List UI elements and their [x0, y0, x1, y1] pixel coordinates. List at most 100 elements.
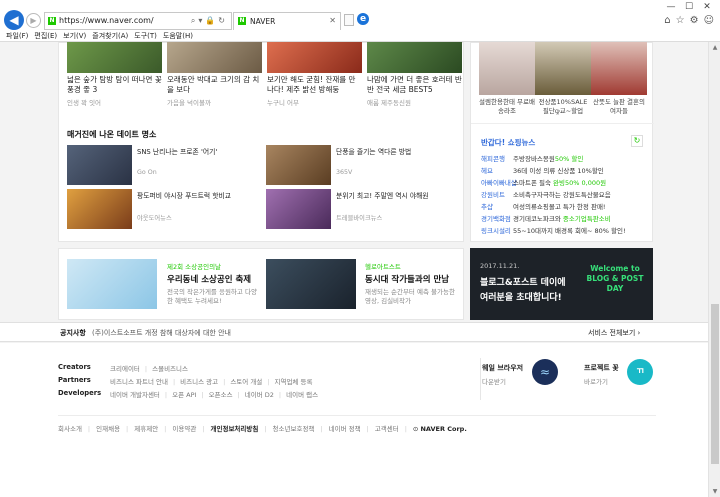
magazine-item[interactable]: 팡도퍼비 야시장 푸드트럭 핫비교 야웃도어뉴스	[67, 189, 257, 229]
card-image[interactable]	[167, 42, 262, 73]
news-category[interactable]: 경기백화점	[481, 213, 513, 223]
news-text[interactable]: 36데 이성 의류 신상품 10%할인	[513, 167, 604, 175]
star-icon[interactable]: ☆	[676, 15, 685, 26]
card-title[interactable]: 나맘에 가면 더 좋은 호러테 반반 전국 세금 BEST5	[367, 75, 462, 95]
blog-post-day-banner[interactable]: 2017.11.21. 블로그&포스트 데이에 여러분을 초대합니다! Welc…	[470, 248, 653, 320]
menu-favorites[interactable]: 즐겨찾기(A)	[92, 31, 128, 41]
footer-link[interactable]: 오픈 API	[172, 391, 196, 399]
footer-link[interactable]: 비즈니스 파트너 안내	[110, 378, 168, 386]
whale-promo[interactable]: 웨일 브라우저 다운받기	[482, 363, 523, 386]
footer-link[interactable]: 오픈소스	[209, 391, 233, 399]
smiley-icon[interactable]: ☺	[704, 15, 714, 26]
card-image[interactable]	[367, 42, 462, 73]
shop-label[interactable]: 전상품10%SALE 필단ꝙ교~할업	[535, 98, 591, 116]
shop-image[interactable]	[479, 42, 535, 95]
footer-link[interactable]: 네이버 D2	[245, 391, 274, 399]
card-title[interactable]: 오래동안 박대교 크기의 감 치을 보다	[167, 75, 262, 95]
kkuk-promo[interactable]: 프로젝트 꽃 바로가기	[584, 363, 619, 386]
maximize-button[interactable]: ☐	[680, 0, 698, 14]
refresh-icon[interactable]: ↻	[631, 135, 643, 147]
magazine-item-title[interactable]: 팡도퍼비 야시장 푸드트럭 핫비교	[137, 192, 252, 201]
footer-link[interactable]: 이용약관	[172, 425, 196, 433]
news-category[interactable]: 헤요	[481, 165, 513, 175]
footer-link[interactable]: 인재채용	[96, 425, 120, 433]
shop-label[interactable]: 산뜻도 늘판 결혼의 여자들	[591, 98, 647, 116]
magazine-item[interactable]: 분위기 최고! 주말엔 역시 야해원 트레블바이크뉴스	[266, 189, 456, 229]
gear-icon[interactable]: ⚙	[690, 15, 699, 26]
shop-label[interactable]: 설렘한용한태 무료배송라조	[479, 98, 535, 116]
address-bar[interactable]: N https://www.naver.com/ ⌕▾🔒↻	[44, 12, 232, 30]
footer-link[interactable]: 크리에이터	[110, 365, 140, 373]
refresh-icon[interactable]: ↻	[218, 16, 228, 25]
news-text[interactable]: 55~10대까지 배경록 회에~ 80% 할인!	[513, 227, 626, 235]
shop-image[interactable]	[535, 42, 591, 95]
page-scrollbar[interactable]: ▲ ▼	[708, 42, 720, 497]
news-text[interactable]: 여성의류쇼핑몰고 특가 한정 판매!	[513, 203, 606, 211]
tab-close-icon[interactable]: ✕	[329, 16, 336, 25]
news-text[interactable]: 경기데코노파크와	[513, 215, 563, 223]
home-icon[interactable]: ⌂	[664, 15, 670, 26]
menu-file[interactable]: 파일(F)	[6, 31, 28, 41]
news-row[interactable]: 아빠이빠내샵스마트폰 필숙 완빙50% 0,000원	[481, 177, 606, 187]
magazine-item-title[interactable]: 단풍을 즐기는 역다른 방법	[336, 148, 451, 157]
magazine-item[interactable]: 단풍을 즐기는 역다른 방법 365V	[266, 145, 456, 185]
scroll-down-icon[interactable]: ▼	[709, 488, 720, 495]
whale-title[interactable]: 웨일 브라우저	[482, 363, 523, 373]
promo-tag[interactable]: 제2회 소상공인의날	[167, 261, 259, 271]
kkuk-title[interactable]: 프로젝트 꽃	[584, 363, 619, 373]
menu-help[interactable]: 도움말(H)	[163, 31, 193, 41]
news-category[interactable]: 추샵	[481, 201, 513, 211]
whale-icon[interactable]: ≈	[532, 359, 558, 385]
close-button[interactable]: ✕	[698, 0, 716, 14]
magazine-image[interactable]	[266, 145, 331, 185]
footer-link[interactable]: 청소년보호정책	[273, 425, 315, 433]
scroll-up-icon[interactable]: ▲	[709, 44, 720, 51]
news-category[interactable]: 해피콘행	[481, 153, 513, 163]
minimize-button[interactable]: —	[662, 0, 680, 14]
footer-link[interactable]: 회사소개	[58, 425, 82, 433]
shop-item[interactable]: 설렘한용한태 무료배송라조	[479, 42, 535, 116]
promo-headline[interactable]: 동시대 작가들과의 만남	[365, 273, 457, 285]
footer-link[interactable]: 스토어 개설	[230, 378, 262, 386]
news-text[interactable]: 스마트폰 필숙	[513, 179, 553, 187]
promo-image[interactable]	[67, 259, 157, 309]
back-arrow-icon[interactable]: ◀	[4, 10, 24, 30]
footer-link[interactable]: 네이버 정책	[329, 425, 361, 433]
url-text[interactable]: https://www.naver.com/	[59, 16, 154, 25]
menu-edit[interactable]: 편집(E)	[34, 31, 57, 41]
news-row[interactable]: 경기백화점 경기데코노파크와 중소기업특판소비	[481, 213, 611, 223]
tab-naver[interactable]: N NAVER ✕	[233, 12, 341, 30]
magazine-image[interactable]	[67, 189, 132, 229]
footer-link[interactable]: 제휴제안	[134, 425, 158, 433]
promo-headline[interactable]: 우리동네 소상공인 축제	[167, 273, 259, 285]
promo-tag[interactable]: 헬로아트스트	[365, 261, 457, 271]
footer-link[interactable]: 네이버 랩스	[286, 391, 318, 399]
service-all-label[interactable]: 서비스 전체보기	[588, 329, 635, 337]
news-text[interactable]: 주방장바스몽원	[513, 155, 555, 163]
news-row[interactable]: 추샵 여성의류쇼핑몰고 특가 한정 판매!	[481, 201, 606, 211]
notice-text[interactable]: (주)이스트소프트 개정 참해 대상자에 대한 안내	[92, 328, 231, 338]
service-all-link[interactable]: 서비스 전체보기 ›	[588, 328, 640, 338]
news-row[interactable]: 링크시설리 55~10대까지 배경록 회에~ 80% 할인!	[481, 225, 626, 235]
shop-item[interactable]: 전상품10%SALE 필단ꝙ교~할업	[535, 42, 591, 116]
scroll-thumb[interactable]	[711, 304, 719, 464]
whale-sub[interactable]: 다운받기	[482, 376, 523, 386]
address-controls[interactable]: ⌕▾🔒↻	[191, 16, 228, 26]
news-category[interactable]: 링크시설리	[481, 225, 513, 235]
edge-icon[interactable]: e	[357, 13, 369, 25]
news-highlight[interactable]: 중소기업특판소비	[563, 215, 611, 223]
footer-link[interactable]: 지역업체 등록	[274, 378, 312, 386]
magazine-item-title[interactable]: SNS 난리나는 프로존 '어기'	[137, 148, 252, 157]
news-category[interactable]: 아빠이빠내샵	[481, 177, 517, 187]
promo-image[interactable]	[266, 259, 356, 309]
magazine-image[interactable]	[67, 145, 132, 185]
footer-link[interactable]: 스몰비즈니스	[152, 365, 188, 373]
card-title[interactable]: 보기만 해도 굳힘! 잔재를 만나다! 제주 밝선 방해둥	[267, 75, 362, 95]
magazine-item-title[interactable]: 분위기 최고! 주말엔 역시 야해원	[336, 192, 451, 201]
footer-link[interactable]: 비즈니스 광고	[180, 378, 218, 386]
news-category[interactable]: 강원비트	[481, 189, 513, 199]
card-image[interactable]	[267, 42, 362, 73]
promo-item[interactable]: 헬로아트스트 동시대 작가들과의 만남 재생되는 순간부터 예측 불가능한 영상…	[365, 261, 457, 306]
shop-image[interactable]	[591, 42, 647, 95]
news-text[interactable]: 소비촉구자극하는 강원도특산물요음	[513, 191, 611, 199]
